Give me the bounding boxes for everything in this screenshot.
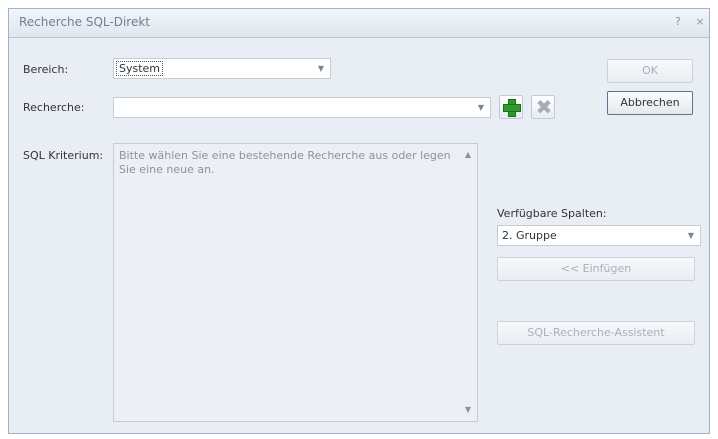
close-icon[interactable]: × bbox=[693, 15, 707, 29]
chevron-down-icon: ▼ bbox=[317, 64, 325, 73]
bereich-label: Bereich: bbox=[23, 63, 69, 76]
sql-criterion-label: SQL Kriterium: bbox=[23, 149, 104, 162]
chevron-down-icon: ▼ bbox=[687, 231, 695, 240]
available-columns-value: 2. Gruppe bbox=[502, 229, 557, 242]
bereich-value: System bbox=[116, 61, 164, 76]
delete-recherche-button[interactable]: ✖ bbox=[531, 95, 555, 119]
dialog-window: Recherche SQL-Direkt ? × Bereich: System… bbox=[8, 8, 710, 434]
insert-button[interactable]: << Einfügen bbox=[497, 257, 695, 281]
chevron-down-icon: ▼ bbox=[477, 103, 485, 112]
ok-button[interactable]: OK bbox=[607, 59, 693, 83]
available-columns-label: Verfügbare Spalten: bbox=[497, 207, 607, 220]
delete-gray-x-icon: ✖ bbox=[535, 95, 553, 119]
help-icon[interactable]: ? bbox=[671, 15, 685, 29]
sql-criterion-text: Bitte wählen Sie eine bestehende Recherc… bbox=[119, 149, 451, 176]
scroll-down-icon[interactable]: ▼ bbox=[462, 404, 474, 416]
scroll-up-icon[interactable]: ▲ bbox=[462, 149, 474, 161]
title-bar: Recherche SQL-Direkt ? × bbox=[9, 9, 709, 38]
sql-assistant-button[interactable]: SQL-Recherche-Assistent bbox=[497, 321, 695, 345]
sql-criterion-textarea[interactable]: Bitte wählen Sie eine bestehende Recherc… bbox=[113, 143, 478, 422]
cancel-button[interactable]: Abbrechen bbox=[607, 91, 693, 115]
recherche-label: Recherche: bbox=[23, 101, 85, 114]
add-recherche-button[interactable] bbox=[499, 95, 523, 119]
bereich-dropdown[interactable]: System ▼ bbox=[113, 58, 331, 79]
available-columns-dropdown[interactable]: 2. Gruppe ▼ bbox=[497, 225, 701, 246]
window-title: Recherche SQL-Direkt bbox=[19, 15, 150, 29]
recherche-dropdown[interactable]: ▼ bbox=[113, 97, 491, 118]
